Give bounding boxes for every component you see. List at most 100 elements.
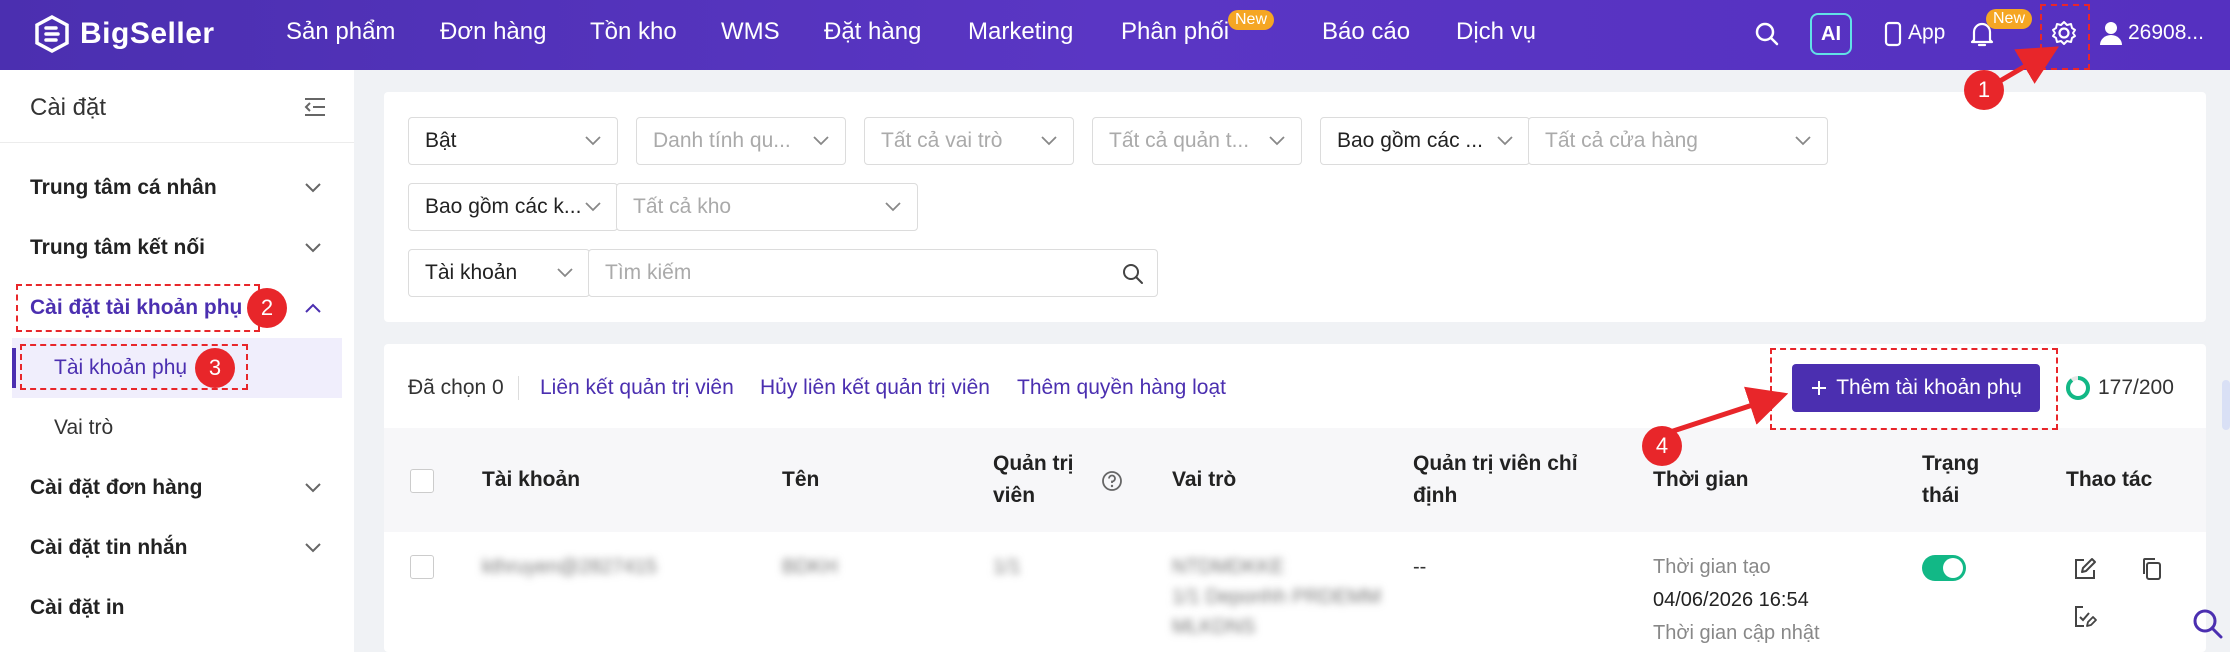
chevron-down-icon <box>1041 136 1057 146</box>
identity-select-value: Danh tính qu... <box>653 129 791 152</box>
nav-marketing[interactable]: Marketing <box>968 18 1073 46</box>
row-admin: 1/1 <box>993 556 1021 578</box>
nav-don-hang[interactable]: Đơn hàng <box>440 18 546 46</box>
new-badge: New <box>1228 10 1275 30</box>
collapse-sidebar-icon[interactable] <box>303 96 327 118</box>
quota-count: 177/200 <box>2098 376 2174 399</box>
admins-select[interactable]: Tất cả quản t... <box>1092 117 1302 165</box>
header-status-line1: Trạng <box>1922 452 1980 475</box>
stores-select[interactable]: Tất cả cửa hàng <box>1528 117 1828 165</box>
floating-search-icon[interactable] <box>2192 608 2224 640</box>
warehouse-include-value: Bao gồm các k... <box>425 195 582 218</box>
chevron-down-icon <box>813 136 829 146</box>
sidebar-item-roles[interactable]: Vai trò <box>54 416 113 440</box>
search-type-select[interactable]: Tài khoản <box>408 249 590 297</box>
chevron-down-icon <box>305 243 321 253</box>
nav-dich-vu[interactable]: Dịch vụ <box>1456 18 1536 46</box>
link-admin-link[interactable]: Liên kết quản trị viên <box>540 376 734 400</box>
row-role-line1: NTDMDKKE <box>1172 556 1285 578</box>
chevron-down-icon <box>1497 136 1513 146</box>
nav-bao-cao[interactable]: Báo cáo <box>1322 18 1410 46</box>
sidebar-item-order-settings[interactable]: Cài đặt đơn hàng <box>30 476 202 500</box>
store-include-select[interactable]: Bao gồm các ... <box>1320 117 1530 165</box>
status-toggle[interactable] <box>1922 555 1966 581</box>
annotation-box-subaccount-settings <box>16 284 260 332</box>
search-icon[interactable] <box>1121 262 1145 286</box>
user-account-label[interactable]: 26908... <box>2128 21 2204 45</box>
status-select-value: Bật <box>425 129 457 152</box>
annotation-box-add-button <box>1770 348 2058 430</box>
roles-select[interactable]: Tất cả vai trò <box>864 117 1074 165</box>
chevron-down-icon <box>557 268 573 278</box>
nav-ton-kho[interactable]: Tồn kho <box>590 18 677 46</box>
annotation-step-3: 3 <box>195 348 235 388</box>
sidebar-title: Cài đặt <box>30 94 107 121</box>
row-role-line3: MLKDNS <box>1172 616 1256 638</box>
chevron-down-icon <box>585 136 601 146</box>
nav-dat-hang[interactable]: Đặt hàng <box>824 18 921 46</box>
sidebar-item-message-settings[interactable]: Cài đặt tin nhắn <box>30 536 188 560</box>
header-assigned-admin-line2: định <box>1413 484 1458 507</box>
warehouse-include-select[interactable]: Bao gồm các k... <box>408 183 618 231</box>
quota-progress-ring <box>2066 376 2090 400</box>
annotation-box-settings <box>2040 4 2090 70</box>
header-admin-line1: Quản trị <box>993 452 1074 475</box>
header-role: Vai trò <box>1172 468 1237 491</box>
row-created-value: 04/06/2026 16:54 <box>1653 589 1809 611</box>
sidebar-divider <box>0 142 354 143</box>
header-time: Thời gian <box>1653 468 1749 491</box>
user-avatar-icon[interactable] <box>2098 19 2124 47</box>
header-status-line2: thái <box>1922 484 1960 507</box>
bigseller-logo[interactable]: BigSeller <box>32 14 215 54</box>
copy-icon[interactable] <box>2140 556 2164 582</box>
sidebar-item-connection-center[interactable]: Trung tâm kết nối <box>30 236 205 260</box>
chevron-up-icon <box>305 303 321 313</box>
nav-wms[interactable]: WMS <box>721 18 780 46</box>
chevron-down-icon <box>305 483 321 493</box>
row-updated-label: Thời gian cập nhật <box>1653 622 1820 644</box>
chevron-down-icon <box>305 543 321 553</box>
ai-button[interactable]: AI <box>1810 13 1852 55</box>
sidebar-item-print-settings[interactable]: Cài đặt in <box>30 596 125 620</box>
nav-phan-phoi[interactable]: Phân phối <box>1121 18 1229 46</box>
annotation-step-1: 1 <box>1964 70 2004 110</box>
header-name: Tên <box>782 468 820 491</box>
annotation-step-4: 4 <box>1642 426 1682 466</box>
row-role-line2: 1/1 Deponhh PRDEMM <box>1172 586 1381 608</box>
admins-select-value: Tất cả quản t... <box>1109 129 1250 152</box>
header-admin-line2: viên <box>993 484 1036 507</box>
identity-select[interactable]: Danh tính qu... <box>636 117 846 165</box>
stores-select-value: Tất cả cửa hàng <box>1545 129 1698 152</box>
row-account: kthruyen@2827415 <box>482 556 657 578</box>
app-link[interactable]: App <box>1908 21 1945 45</box>
selected-count: Đã chọn 0 <box>408 376 504 399</box>
warehouses-select[interactable]: Tất cả kho <box>616 183 918 231</box>
chevron-down-icon <box>1795 136 1811 146</box>
edit-icon[interactable] <box>2072 556 2098 582</box>
help-question-icon[interactable] <box>1101 470 1123 492</box>
nav-san-pham[interactable]: Sản phẩm <box>286 18 395 46</box>
brand-name: BigSeller <box>80 17 215 50</box>
header-account: Tài khoản <box>482 468 581 491</box>
select-all-checkbox[interactable] <box>410 469 434 493</box>
row-checkbox[interactable] <box>410 555 434 579</box>
chevron-down-icon <box>305 183 321 193</box>
row-created-label: Thời gian tạo <box>1653 556 1771 578</box>
top-navigation-bar: BigSeller Sản phẩm Đơn hàng Tồn kho WMS … <box>0 0 2230 70</box>
chevron-down-icon <box>1269 136 1285 146</box>
scroll-handle[interactable] <box>2222 380 2230 430</box>
search-input[interactable]: Tìm kiếm <box>588 249 1158 297</box>
row-assigned-admin: -- <box>1413 556 1427 578</box>
mobile-app-icon[interactable] <box>1884 21 1902 47</box>
warehouses-select-value: Tất cả kho <box>633 195 732 218</box>
header-actions: Thao tác <box>2066 468 2153 491</box>
unlink-admin-link[interactable]: Hủy liên kết quản trị viên <box>760 376 990 400</box>
bulk-permission-link[interactable]: Thêm quyền hàng loạt <box>1017 376 1226 400</box>
search-icon[interactable] <box>1754 21 1780 47</box>
annotation-step-2: 2 <box>247 288 287 328</box>
notification-new-badge: New <box>1986 9 2033 29</box>
permission-edit-icon[interactable] <box>2072 604 2098 630</box>
status-select[interactable]: Bật <box>408 117 618 165</box>
store-include-value: Bao gồm các ... <box>1337 129 1483 152</box>
sidebar-item-personal-center[interactable]: Trung tâm cá nhân <box>30 176 217 200</box>
